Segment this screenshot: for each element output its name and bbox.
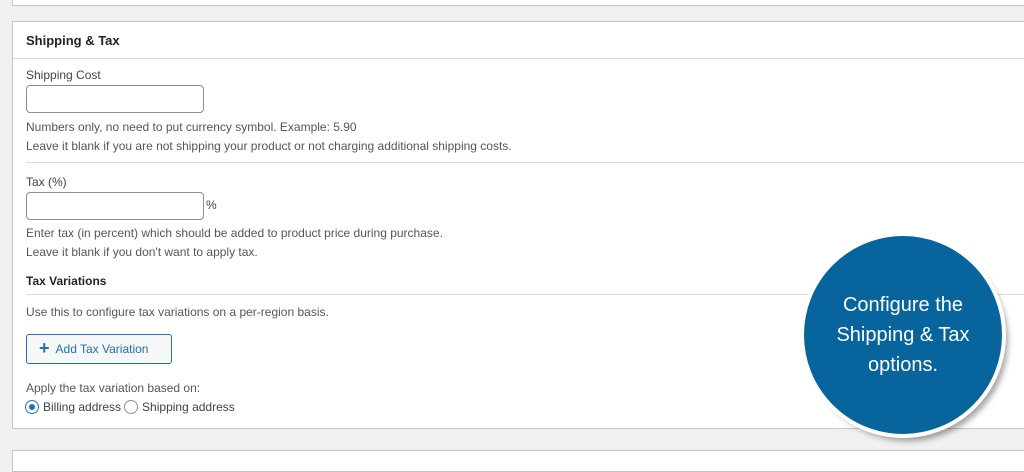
next-panel (12, 450, 1024, 472)
tax-input[interactable] (26, 192, 204, 220)
callout-text: Configure the Shipping & Tax options. (836, 294, 970, 376)
plus-icon: + (39, 338, 50, 358)
tax-percent-suffix: % (206, 198, 217, 212)
divider (26, 162, 1024, 163)
panel-title: Shipping & Tax (13, 22, 1024, 59)
shipping-help-1: Numbers only, no need to put currency sy… (26, 120, 357, 134)
tax-label: Tax (%) (26, 175, 67, 189)
tax-variations-title: Tax Variations (26, 274, 107, 288)
tax-help-1: Enter tax (in percent) which should be a… (26, 226, 443, 240)
tax-help-2: Leave it blank if you don't want to appl… (26, 245, 258, 259)
apply-variation-options: Billing address Shipping address (25, 400, 235, 414)
add-tax-variation-button[interactable]: + Add Tax Variation (26, 334, 172, 364)
shipping-cost-input[interactable] (26, 85, 204, 113)
add-tax-variation-label: Add Tax Variation (55, 342, 149, 356)
shipping-help-2: Leave it blank if you are not shipping y… (26, 139, 512, 153)
shipping-address-radio[interactable] (124, 400, 139, 414)
callout-bubble: Configure the Shipping & Tax options. (800, 232, 1006, 438)
shipping-cost-label: Shipping Cost (26, 68, 101, 82)
previous-panel (12, 0, 1024, 6)
billing-address-label[interactable]: Billing address (43, 400, 121, 414)
apply-variation-label: Apply the tax variation based on: (26, 381, 201, 395)
tax-variations-description: Use this to configure tax variations on … (26, 305, 329, 319)
billing-address-radio[interactable] (25, 400, 39, 414)
radio-dot (29, 404, 35, 410)
shipping-address-label[interactable]: Shipping address (142, 400, 235, 414)
